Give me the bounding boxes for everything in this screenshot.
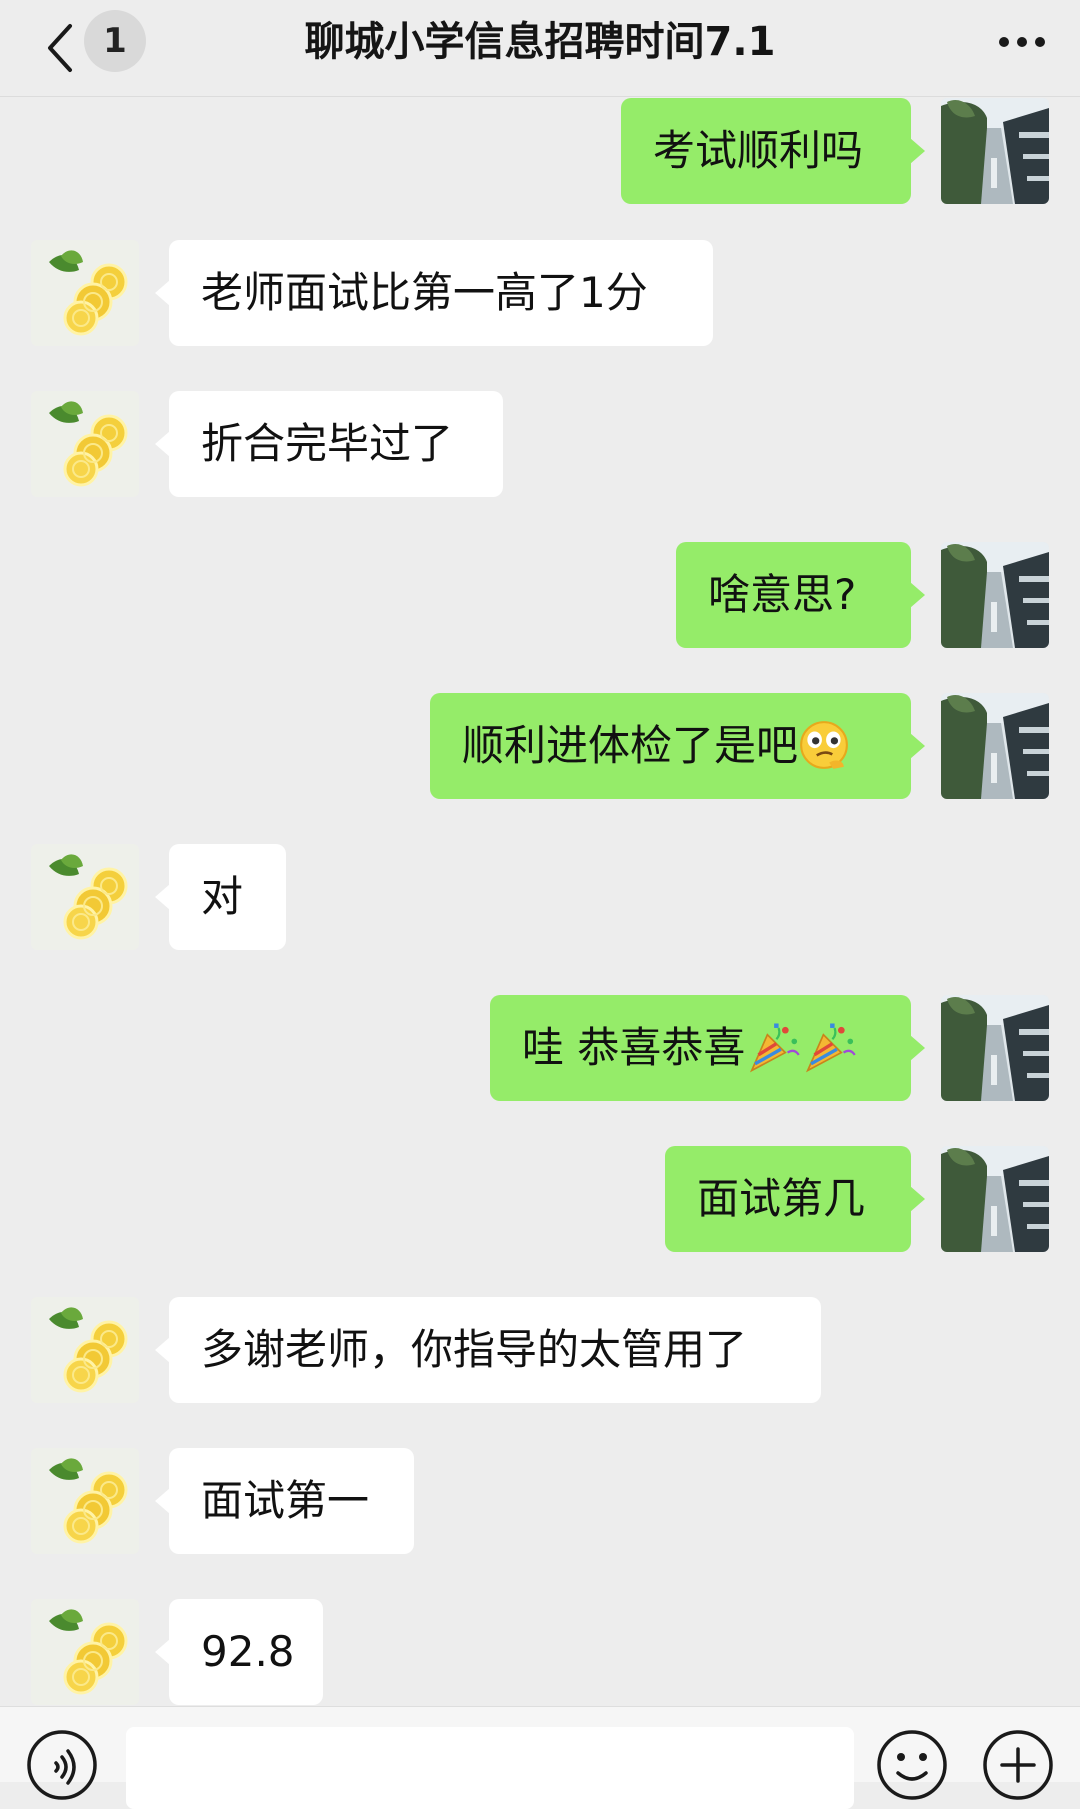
message-bubble-incoming[interactable]: 面试第一 [155,1448,414,1554]
message-text: 顺利进体检了是吧 [462,721,799,770]
message-input[interactable] [126,1727,854,1809]
message-text: 啥意思? [708,570,857,619]
message-text: 面试第几 [697,1174,866,1223]
message-text: 老师面试比第一高了1分 [201,268,648,317]
message-bubble-incoming[interactable]: 92.8 [155,1599,323,1705]
message-text: 多谢老师，你指导的太管用了 [201,1325,748,1374]
message-bubble-incoming[interactable]: 对 [155,844,286,950]
message-text: 面试第一 [201,1476,370,1525]
message-text: 考试顺利吗 [653,126,864,175]
message-bubble-outgoing[interactable]: 面试第几 [665,1146,925,1252]
contact-avatar[interactable] [31,1448,139,1554]
contact-avatar[interactable] [31,1599,139,1705]
message-text: 哇 恭喜恭喜 [522,1023,746,1072]
more-dots-icon[interactable] [994,24,1050,60]
plus-circle-icon[interactable] [982,1729,1054,1801]
smirk-emoji-icon [798,719,850,771]
message-bubble-outgoing[interactable]: 考试顺利吗 [621,98,925,204]
my-avatar[interactable] [941,542,1049,648]
message-text: 92.8 [201,1627,295,1676]
my-avatar[interactable] [941,98,1049,204]
message-text: 对 [201,872,244,921]
message-bubble-incoming[interactable]: 折合完毕过了 [155,391,503,497]
chat-title: 聊城小学信息招聘时间7.1 [304,19,776,65]
message-bubble-outgoing[interactable]: 啥意思? [676,542,925,648]
unread-badge[interactable]: 1 [84,10,146,72]
message-bubble-outgoing[interactable]: 哇 恭喜恭喜 [490,995,925,1101]
message-bubble-incoming[interactable]: 老师面试比第一高了1分 [155,240,713,346]
contact-avatar[interactable] [31,1297,139,1403]
message-bubble-incoming[interactable]: 多谢老师，你指导的太管用了 [155,1297,821,1403]
emoji-face-icon[interactable] [876,1729,948,1801]
my-avatar[interactable] [941,995,1049,1101]
my-avatar[interactable] [941,693,1049,799]
contact-avatar[interactable] [31,240,139,346]
my-avatar[interactable] [941,1146,1049,1252]
party-popper-emoji-icon [745,1019,801,1075]
contact-avatar[interactable] [31,844,139,950]
message-bubble-outgoing[interactable]: 顺利进体检了是吧 [430,693,925,799]
chat-header: 1 聊城小学信息招聘时间7.1 [0,0,1080,97]
input-bar [0,1706,1080,1809]
contact-avatar[interactable] [31,391,139,497]
voice-icon[interactable] [26,1729,98,1801]
message-list[interactable]: 考试顺利吗 老师面试比第一高了1分 折合完毕过了 啥意思? 顺利进体检了是吧 对… [0,96,1080,1706]
message-text: 折合完毕过了 [201,419,454,468]
party-popper-emoji-icon [801,1019,857,1075]
chevron-left-icon[interactable] [40,18,80,78]
